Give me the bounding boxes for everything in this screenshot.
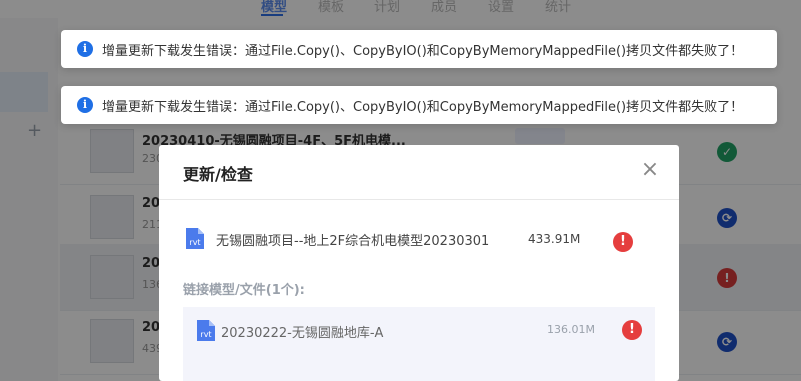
list-item: rvt 20230222-无锡圆融地库-A 136.01M ! [195, 320, 655, 356]
info-icon: i [77, 41, 93, 57]
toast-message: 增量更新下载发生错误：通过File.Copy()、CopyByIO()和Copy… [102, 100, 744, 115]
info-icon: i [77, 97, 93, 113]
file-size: 136.01M [547, 323, 595, 336]
file-name: 20230222-无锡圆融地库-A [221, 326, 384, 341]
file-size: 433.91M [528, 232, 581, 246]
svg-text:rvt: rvt [200, 330, 211, 339]
error-toast: i 增量更新下载发生错误：通过File.Copy()、CopyByIO()和Co… [61, 86, 777, 124]
update-check-dialog: 更新/检查 × rvt 无锡圆融项目--地上2F综合机电模型20230301 4… [159, 145, 679, 381]
file-name: 无锡圆融项目--地上2F综合机电模型20230301 [216, 234, 490, 249]
linked-files-label: 链接模型/文件(1个): [183, 283, 305, 298]
error-icon[interactable]: ! [622, 320, 642, 340]
dialog-title: 更新/检查 [183, 165, 253, 184]
toast-message: 增量更新下载发生错误：通过File.Copy()、CopyByIO()和Copy… [102, 44, 744, 59]
main-file-row: rvt 无锡圆融项目--地上2F综合机电模型20230301 433.91M ! [184, 228, 654, 264]
rvt-file-icon: rvt [197, 320, 215, 341]
rvt-file-icon: rvt [186, 228, 204, 249]
linked-files-list: rvt 20230222-无锡圆融地库-A 136.01M ! [183, 307, 655, 381]
dialog-header: 更新/检查 × [159, 145, 679, 200]
svg-text:rvt: rvt [189, 238, 200, 247]
close-icon[interactable]: × [640, 159, 660, 181]
error-toast: i 增量更新下载发生错误：通过File.Copy()、CopyByIO()和Co… [61, 30, 777, 68]
error-icon[interactable]: ! [613, 232, 633, 252]
